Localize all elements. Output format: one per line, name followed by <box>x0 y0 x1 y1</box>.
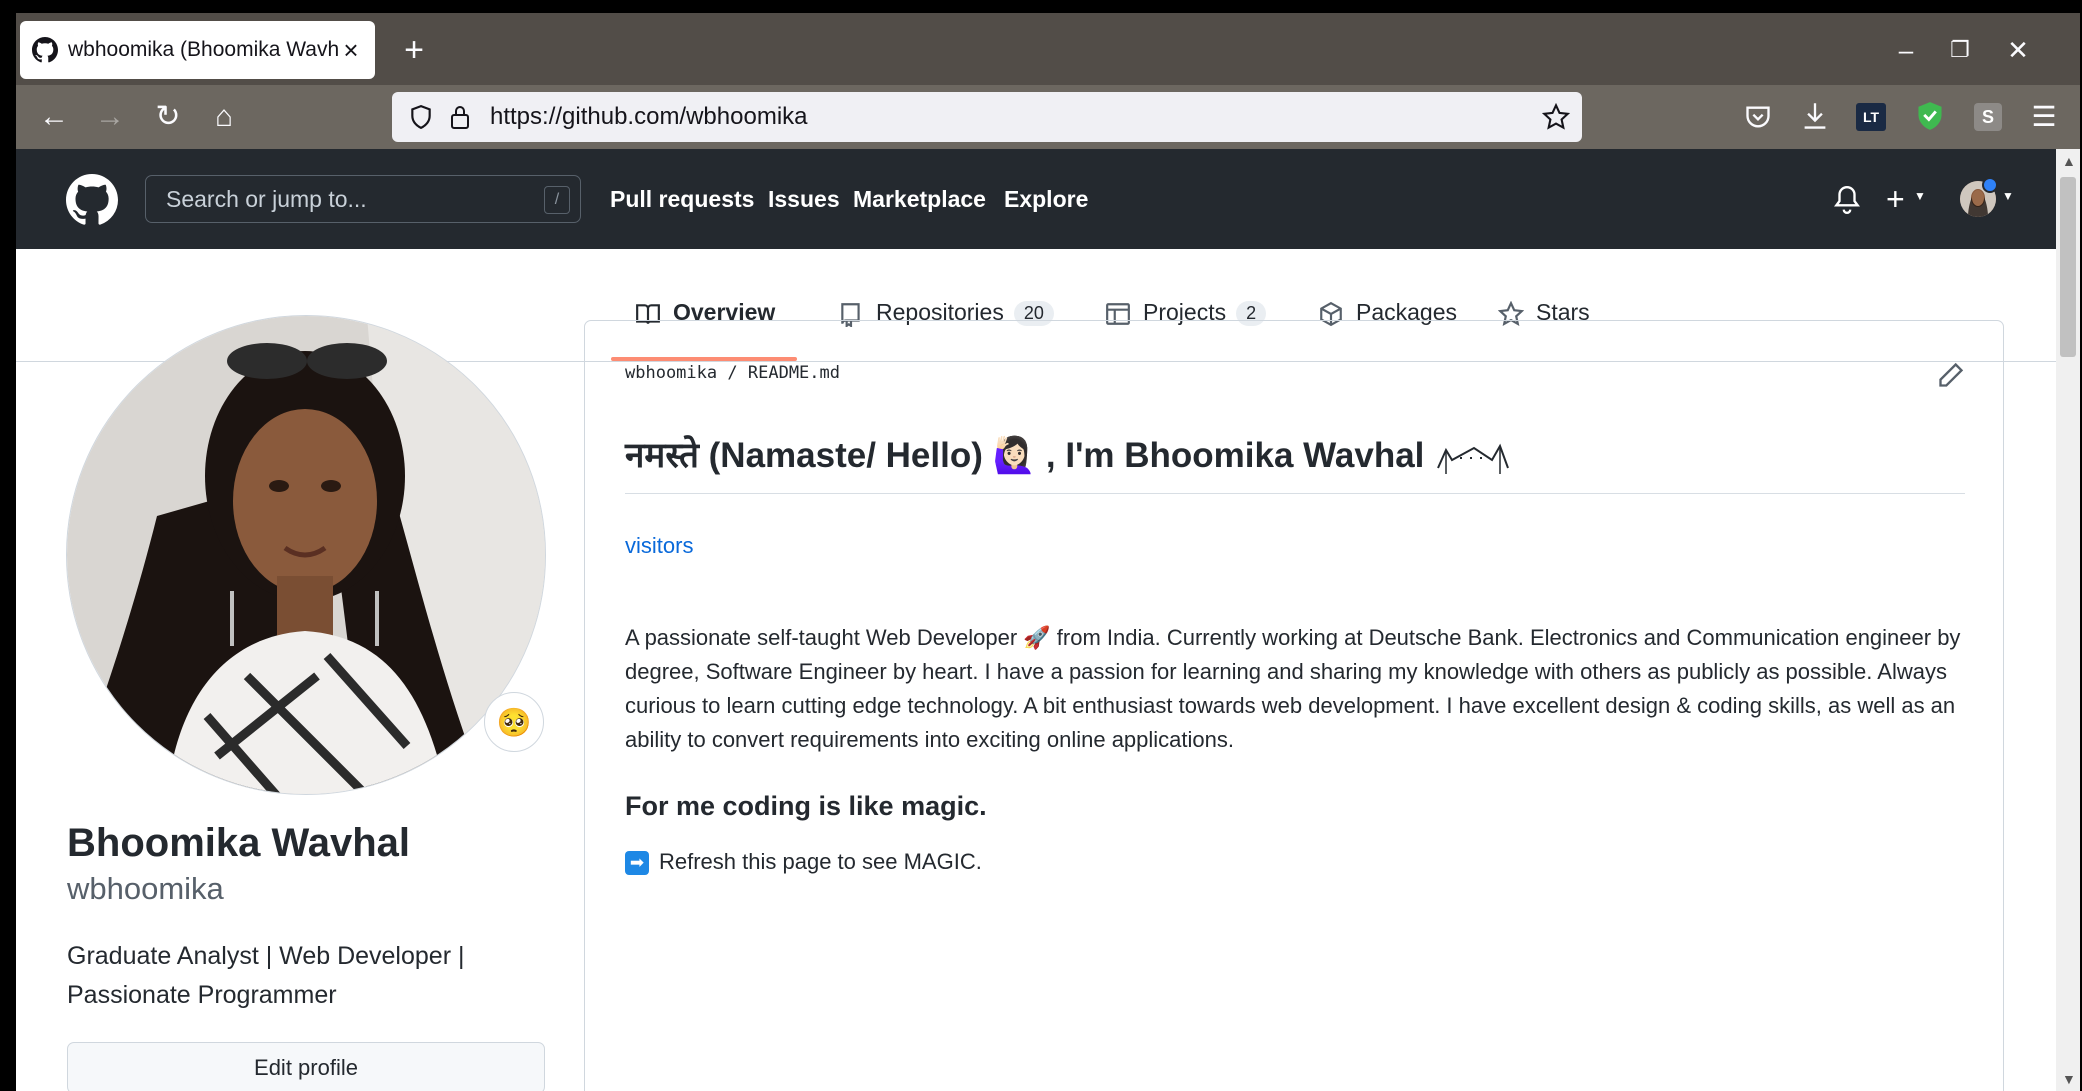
close-window-icon[interactable]: ✕ <box>1998 33 2038 69</box>
magic-line-text: Refresh this page to see MAGIC. <box>659 849 982 874</box>
navigation-toolbar: ← → ↻ ⌂ https://github.com/wbhoomika LT … <box>16 85 2080 149</box>
download-icon[interactable] <box>1801 101 1829 131</box>
pencil-edit-icon[interactable] <box>1937 361 1965 389</box>
readme-path-user[interactable]: wbhoomika <box>625 363 717 383</box>
tab-close-icon[interactable]: × <box>339 35 363 66</box>
back-icon[interactable]: ← <box>34 97 74 137</box>
readme-path-file[interactable]: README.md <box>748 363 840 383</box>
heading-divider <box>625 493 1965 494</box>
status-emoji-button[interactable]: 🥺 <box>484 692 544 752</box>
visitors-badge-link[interactable]: visitors <box>625 533 693 559</box>
scroll-up-icon[interactable]: ▲ <box>2062 153 2076 169</box>
edit-profile-button[interactable]: Edit profile <box>67 1042 545 1091</box>
profile-page: Overview Repositories 20 Projects 2 Pack… <box>16 249 2056 1091</box>
reload-icon[interactable]: ↻ <box>148 97 188 137</box>
profile-name: Bhoomika Wavhal <box>67 821 411 865</box>
nav-marketplace[interactable]: Marketplace <box>853 149 986 249</box>
browser-window: wbhoomika (Bhoomika Wavhal) × + – ❐ ✕ ← … <box>16 13 2080 1091</box>
pocket-icon[interactable] <box>1744 103 1772 131</box>
readme-intro-paragraph: A passionate self-taught Web Developer 🚀… <box>625 625 1961 752</box>
user-dropdown-caret-icon[interactable]: ▼ <box>2002 189 2014 203</box>
profile-avatar[interactable] <box>66 315 546 795</box>
profile-login: wbhoomika <box>67 871 224 906</box>
search-shortcut-key: / <box>544 186 570 214</box>
tab-strip: wbhoomika (Bhoomika Wavhal) × + – ❐ ✕ <box>16 13 2080 85</box>
bookmark-star-icon[interactable] <box>1542 103 1570 131</box>
home-icon[interactable]: ⌂ <box>204 97 244 137</box>
search-input[interactable]: Search or jump to... / <box>145 175 581 223</box>
minimize-icon[interactable]: – <box>1886 33 1926 69</box>
scrollbar-thumb[interactable] <box>2060 177 2076 357</box>
readme-heading: नमस्ते (Namaste/ Hello) 🙋🏻‍♀️ , I'm Bhoo… <box>625 431 1514 478</box>
search-placeholder: Search or jump to... <box>166 186 367 212</box>
tab-title: wbhoomika (Bhoomika Wavhal) <box>68 38 339 61</box>
notifications-bell-icon[interactable] <box>1834 185 1860 215</box>
nav-issues[interactable]: Issues <box>768 149 840 249</box>
extension-s-icon[interactable]: S <box>1974 103 2002 131</box>
readme-card: wbhoomika / README.md नमस्ते (Namaste/ H… <box>584 320 2004 1091</box>
github-header: Search or jump to... / Pull requests Iss… <box>16 149 2056 249</box>
url-text[interactable]: https://github.com/wbhoomika <box>490 92 808 142</box>
extension-shield-check-icon[interactable] <box>1916 101 1944 131</box>
shield-icon[interactable] <box>408 104 434 130</box>
page-scrollbar[interactable]: ▲ ▼ <box>2056 149 2080 1091</box>
browser-tab[interactable]: wbhoomika (Bhoomika Wavhal) × <box>20 21 375 79</box>
right-arrow-icon: ➡ <box>625 851 649 876</box>
github-logo-icon[interactable] <box>66 174 118 226</box>
readme-subheading: For me coding is like magic. <box>625 791 987 821</box>
url-bar[interactable]: https://github.com/wbhoomika <box>392 92 1582 142</box>
create-dropdown-caret-icon[interactable]: ▼ <box>1914 189 1926 203</box>
user-status-dot <box>1982 177 1998 193</box>
nav-pull-requests[interactable]: Pull requests <box>610 149 754 249</box>
github-favicon-icon <box>32 37 58 63</box>
forward-icon[interactable]: → <box>90 97 130 137</box>
magic-line: ➡ Refresh this page to see MAGIC. <box>625 849 982 876</box>
create-new-icon[interactable]: + <box>1886 179 1905 219</box>
menu-icon[interactable]: ☰ <box>2024 97 2064 137</box>
cat-doodle-icon <box>1437 443 1510 474</box>
extension-lt-icon[interactable]: LT <box>1856 103 1886 131</box>
new-tab-button[interactable]: + <box>396 33 432 69</box>
lock-icon[interactable] <box>448 104 472 130</box>
readme-path-separator: / <box>727 363 738 383</box>
readme-path: wbhoomika / README.md <box>625 363 840 383</box>
profile-bio: Graduate Analyst | Web Developer | Passi… <box>67 942 465 1009</box>
readme-heading-text: नमस्ते (Namaste/ Hello) 🙋🏻‍♀️ , I'm Bhoo… <box>625 436 1425 475</box>
screen: wbhoomika (Bhoomika Wavhal) × + – ❐ ✕ ← … <box>0 0 2082 1091</box>
scroll-down-icon[interactable]: ▼ <box>2062 1071 2076 1087</box>
restore-icon[interactable]: ❐ <box>1940 33 1980 69</box>
nav-explore[interactable]: Explore <box>1004 149 1088 249</box>
